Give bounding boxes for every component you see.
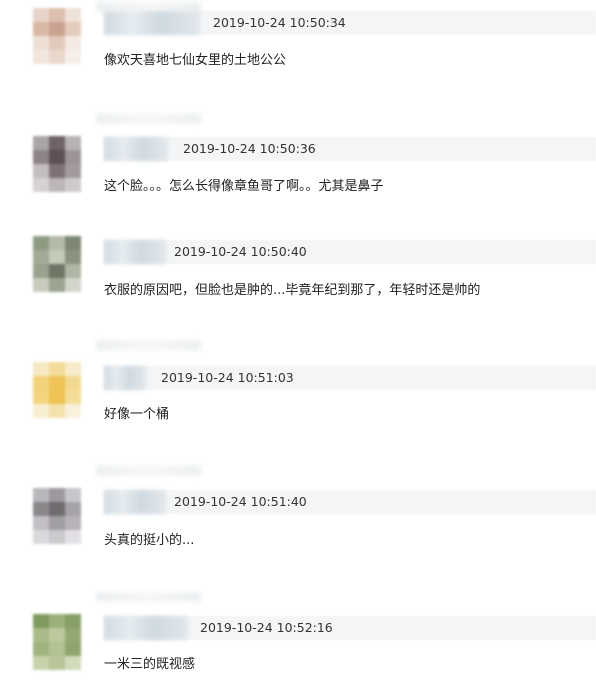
avatar-mosaic-tile [49, 362, 65, 376]
comment-text: 这个脸。。。怎么长得像章鱼哥了啊。。尤其是鼻子 [104, 179, 384, 194]
comment-text: 好像一个桶 [104, 407, 170, 422]
avatar-mosaic-tile [33, 502, 49, 516]
avatar-mosaic-tile [49, 488, 65, 502]
avatar-mosaic-tile [49, 656, 65, 670]
comment-timestamp: 2019-10-24 10:51:40 [174, 494, 307, 509]
avatar-mosaic-tile [49, 628, 65, 642]
avatar-mosaic-tile [65, 516, 81, 530]
avatar[interactable] [33, 614, 81, 670]
avatar-mosaic-tile [33, 362, 49, 376]
avatar[interactable] [33, 488, 81, 544]
avatar-mosaic-tile [65, 264, 81, 278]
avatar-mosaic-tile [49, 150, 65, 164]
avatar-mosaic-tile [33, 488, 49, 502]
blurred-username-ghost [96, 340, 201, 350]
avatar-mosaic-tile [65, 362, 81, 376]
avatar-mosaic-tile [65, 250, 81, 264]
avatar-mosaic-tile [65, 150, 81, 164]
comment-timestamp: 2019-10-24 10:52:16 [200, 620, 333, 635]
avatar-mosaic-tile [65, 530, 81, 544]
avatar-mosaic-tile [49, 236, 65, 250]
avatar[interactable] [33, 136, 81, 192]
comment-timestamp: 2019-10-24 10:51:03 [161, 370, 294, 385]
avatar-mosaic-tile [49, 164, 65, 178]
comment-list: 2019-10-24 10:50:34 像欢天喜地七仙女里的土地公公 2019-… [0, 0, 596, 683]
avatar-mosaic-tile [33, 376, 49, 390]
avatar-mosaic-tile [49, 614, 65, 628]
avatar-mosaic-tile [33, 264, 49, 278]
avatar-mosaic-tile [49, 376, 65, 390]
avatar-mosaic-tile [33, 278, 49, 292]
avatar-mosaic-tile [33, 404, 49, 418]
comment-text: 一米三的既视感 [104, 657, 196, 672]
avatar-mosaic-tile [49, 642, 65, 656]
blurred-username[interactable] [104, 366, 146, 390]
avatar-mosaic-tile [65, 136, 81, 150]
avatar-mosaic-tile [65, 164, 81, 178]
comment-timestamp: 2019-10-24 10:50:40 [174, 244, 307, 259]
avatar-mosaic-tile [33, 178, 49, 192]
avatar-mosaic-tile [65, 488, 81, 502]
avatar[interactable] [33, 362, 81, 418]
comment-text: 衣服的原因吧，但脸也是肿的...毕竟年纪到那了，年轻时还是帅的 [104, 283, 481, 298]
avatar-mosaic-tile [49, 278, 65, 292]
avatar-mosaic-tile [49, 264, 65, 278]
avatar-mosaic-tile [65, 656, 81, 670]
avatar-mosaic-tile [33, 614, 49, 628]
avatar-mosaic-tile [65, 628, 81, 642]
avatar-mosaic-tile [33, 164, 49, 178]
avatar-mosaic-tile [65, 178, 81, 192]
avatar-mosaic-tile [65, 614, 81, 628]
avatar-mosaic-tile [49, 390, 65, 404]
avatar-mosaic-tile [49, 530, 65, 544]
blurred-username-ghost [96, 592, 201, 602]
avatar-mosaic-tile [65, 502, 81, 516]
blurred-username[interactable] [104, 240, 166, 264]
avatar-mosaic-tile [49, 136, 65, 150]
avatar-mosaic-tile [33, 628, 49, 642]
avatar-mosaic-tile [33, 642, 49, 656]
avatar-mosaic-tile [65, 390, 81, 404]
comment-item: 2019-10-24 10:52:16 一米三的既视感 [0, 0, 596, 672]
avatar-mosaic-tile [49, 250, 65, 264]
avatar-mosaic-tile [49, 516, 65, 530]
comment-text: 头真的挺小的... [104, 533, 195, 548]
avatar-mosaic-tile [65, 376, 81, 390]
avatar-mosaic-tile [33, 516, 49, 530]
avatar-mosaic-tile [49, 502, 65, 516]
avatar-mosaic-tile [33, 530, 49, 544]
avatar-mosaic-tile [65, 278, 81, 292]
avatar-mosaic-tile [49, 178, 65, 192]
avatar-mosaic-tile [49, 404, 65, 418]
comment-meta-bar [104, 137, 596, 161]
avatar-mosaic-tile [33, 390, 49, 404]
blurred-username[interactable] [104, 490, 166, 514]
avatar-mosaic-tile [33, 656, 49, 670]
avatar-mosaic-tile [33, 250, 49, 264]
avatar-mosaic-tile [33, 150, 49, 164]
blurred-username-ghost [96, 114, 201, 124]
avatar-mosaic-tile [65, 404, 81, 418]
avatar-mosaic-tile [33, 236, 49, 250]
avatar[interactable] [33, 236, 81, 292]
comment-timestamp: 2019-10-24 10:50:36 [183, 141, 316, 156]
blurred-username-ghost [96, 466, 201, 476]
avatar-mosaic-tile [33, 136, 49, 150]
avatar-mosaic-tile [65, 236, 81, 250]
blurred-username[interactable] [104, 137, 168, 161]
avatar-mosaic-tile [65, 642, 81, 656]
blurred-username[interactable] [104, 616, 188, 640]
